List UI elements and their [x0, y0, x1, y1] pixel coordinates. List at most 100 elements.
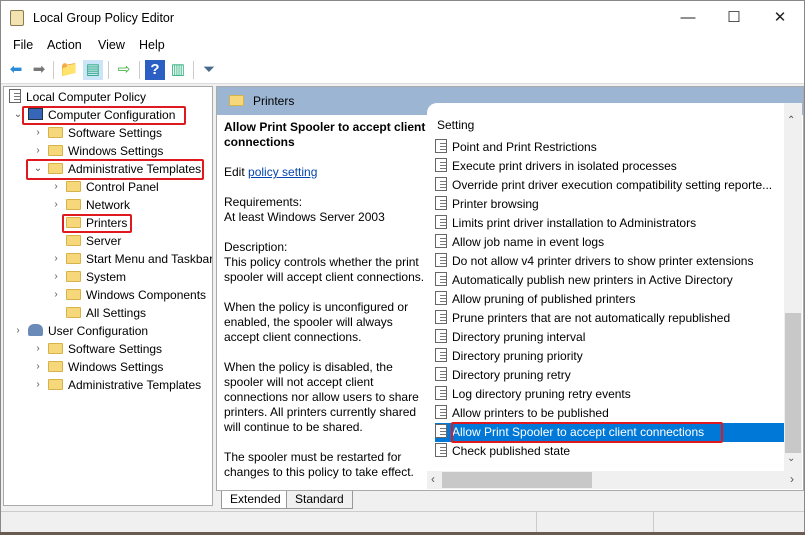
- tree-item[interactable]: › Administrative Templates: [36, 376, 201, 394]
- filter-icon[interactable]: ⏷: [199, 60, 219, 80]
- tree-item[interactable]: › Windows Settings: [36, 358, 163, 376]
- show-hide-tree-icon[interactable]: ▤: [83, 60, 103, 80]
- tree-item[interactable]: › Windows Components: [54, 286, 206, 304]
- tree-item[interactable]: › Network: [54, 196, 130, 214]
- policy-setting-link[interactable]: policy setting: [248, 165, 317, 179]
- maximize-button[interactable]: ☐: [711, 5, 757, 31]
- menu-view[interactable]: View: [98, 38, 125, 52]
- policy-setting-icon: [435, 196, 447, 210]
- setting-row[interactable]: Allow pruning of published printers: [435, 290, 785, 309]
- minimize-button[interactable]: —: [665, 5, 711, 31]
- policy-setting-icon: [435, 215, 447, 229]
- chevron-right-icon[interactable]: ›: [50, 196, 62, 214]
- scroll-right-icon[interactable]: ›: [790, 472, 794, 486]
- policy-setting-icon: [435, 329, 447, 343]
- policy-setting-icon: [435, 310, 447, 324]
- menu-action[interactable]: Action: [47, 38, 82, 52]
- chevron-right-icon[interactable]: ›: [32, 376, 44, 394]
- tree-item[interactable]: › Software Settings: [36, 340, 162, 358]
- setting-row[interactable]: Allow printers to be published: [435, 404, 785, 423]
- policy-setting-icon: [435, 177, 447, 191]
- tree-local-computer-policy[interactable]: Local Computer Policy: [9, 88, 146, 106]
- status-bar: [1, 511, 804, 532]
- column-header-setting[interactable]: Setting: [437, 118, 474, 132]
- chevron-right-icon[interactable]: ›: [32, 124, 44, 142]
- highlight-box: [62, 214, 132, 233]
- setting-title: Allow Print Spooler to accept client con…: [224, 120, 426, 149]
- folder-icon: [66, 271, 81, 282]
- setting-row[interactable]: Prune printers that are not automaticall…: [435, 309, 785, 328]
- folder-icon: [48, 145, 63, 156]
- chevron-right-icon[interactable]: ›: [12, 322, 24, 340]
- setting-row[interactable]: Automatically publish new printers in Ac…: [435, 271, 785, 290]
- policy-setting-icon: [435, 253, 447, 267]
- folder-icon: [66, 181, 81, 192]
- tab-standard[interactable]: Standard: [286, 491, 353, 509]
- folder-icon: [66, 253, 81, 264]
- setting-row[interactable]: Allow job name in event logs: [435, 233, 785, 252]
- tree-item[interactable]: Server: [66, 232, 121, 250]
- scroll-up-icon[interactable]: ⌃: [787, 115, 795, 126]
- menu-bar: File Action View Help: [1, 35, 804, 56]
- scrollbar-thumb[interactable]: [442, 472, 592, 488]
- menu-file[interactable]: File: [13, 38, 33, 52]
- setting-row[interactable]: Directory pruning interval: [435, 328, 785, 347]
- tree-item[interactable]: › Software Settings: [36, 124, 162, 142]
- chevron-right-icon[interactable]: ›: [50, 250, 62, 268]
- setting-row[interactable]: Printer browsing: [435, 195, 785, 214]
- close-button[interactable]: ✕: [757, 5, 803, 31]
- setting-row[interactable]: Execute print drivers in isolated proces…: [435, 157, 785, 176]
- vertical-scrollbar[interactable]: ⌃ ⌄: [784, 103, 802, 471]
- tree-item[interactable]: All Settings: [66, 304, 146, 322]
- back-icon[interactable]: ⬅: [6, 60, 26, 80]
- help-icon[interactable]: ?: [145, 60, 165, 80]
- horizontal-scrollbar[interactable]: ‹ ›: [427, 471, 802, 489]
- properties-pane-icon[interactable]: ▥: [168, 60, 188, 80]
- setting-row[interactable]: Override print driver execution compatib…: [435, 176, 785, 195]
- highlight-box: [26, 159, 204, 180]
- setting-row[interactable]: Check published state: [435, 442, 785, 461]
- window: Local Group Policy Editor — ☐ ✕ File Act…: [0, 0, 805, 532]
- setting-row[interactable]: Point and Print Restrictions: [435, 138, 785, 157]
- chevron-right-icon[interactable]: ›: [50, 178, 62, 196]
- chevron-right-icon[interactable]: ›: [32, 142, 44, 160]
- folder-icon: [66, 289, 81, 300]
- scroll-left-icon[interactable]: ‹: [431, 472, 435, 486]
- folder-icon: [48, 379, 63, 390]
- setting-row[interactable]: Limits print driver installation to Admi…: [435, 214, 785, 233]
- chevron-right-icon[interactable]: ›: [32, 358, 44, 376]
- policy-setting-icon: [435, 272, 447, 286]
- description-panel: Allow Print Spooler to accept client con…: [224, 120, 429, 495]
- export-list-icon[interactable]: ⇨: [114, 60, 134, 80]
- tree-item[interactable]: › Control Panel: [54, 178, 158, 196]
- up-folder-icon[interactable]: 📁: [59, 60, 79, 80]
- setting-row[interactable]: Directory pruning retry: [435, 366, 785, 385]
- setting-row[interactable]: Directory pruning priority: [435, 347, 785, 366]
- menu-help[interactable]: Help: [139, 38, 165, 52]
- policy-setting-icon: [435, 443, 447, 457]
- forward-icon[interactable]: ➡: [29, 60, 49, 80]
- chevron-right-icon[interactable]: ›: [32, 340, 44, 358]
- policy-setting-icon: [435, 424, 447, 438]
- policy-setting-icon: [435, 367, 447, 381]
- tree-item[interactable]: › Start Menu and Taskbar: [54, 250, 212, 268]
- folder-icon: [66, 235, 81, 246]
- tab-extended[interactable]: Extended: [221, 491, 290, 509]
- tree-item[interactable]: › Windows Settings: [36, 142, 163, 160]
- chevron-right-icon[interactable]: ›: [50, 268, 62, 286]
- description-text: Description: This policy controls whethe…: [224, 240, 425, 284]
- chevron-right-icon[interactable]: ›: [50, 286, 62, 304]
- policy-setting-icon: [435, 405, 447, 419]
- title-bar: Local Group Policy Editor — ☐ ✕: [1, 1, 804, 35]
- scroll-down-icon[interactable]: ⌄: [787, 453, 795, 464]
- highlight-box: [451, 422, 723, 443]
- settings-list: Setting Point and Print Restrictions Exec…: [427, 103, 787, 471]
- tree-user-configuration[interactable]: › User Configuration: [16, 322, 148, 340]
- details-pane: Printers Allow Print Spooler to accept c…: [216, 86, 804, 491]
- setting-row[interactable]: Do not allow v4 printer drivers to show …: [435, 252, 785, 271]
- scrollbar-thumb[interactable]: [785, 313, 801, 453]
- setting-row[interactable]: Log directory pruning retry events: [435, 385, 785, 404]
- user-icon: [28, 324, 43, 336]
- policy-setting-icon: [435, 291, 447, 305]
- tree-item[interactable]: › System: [54, 268, 126, 286]
